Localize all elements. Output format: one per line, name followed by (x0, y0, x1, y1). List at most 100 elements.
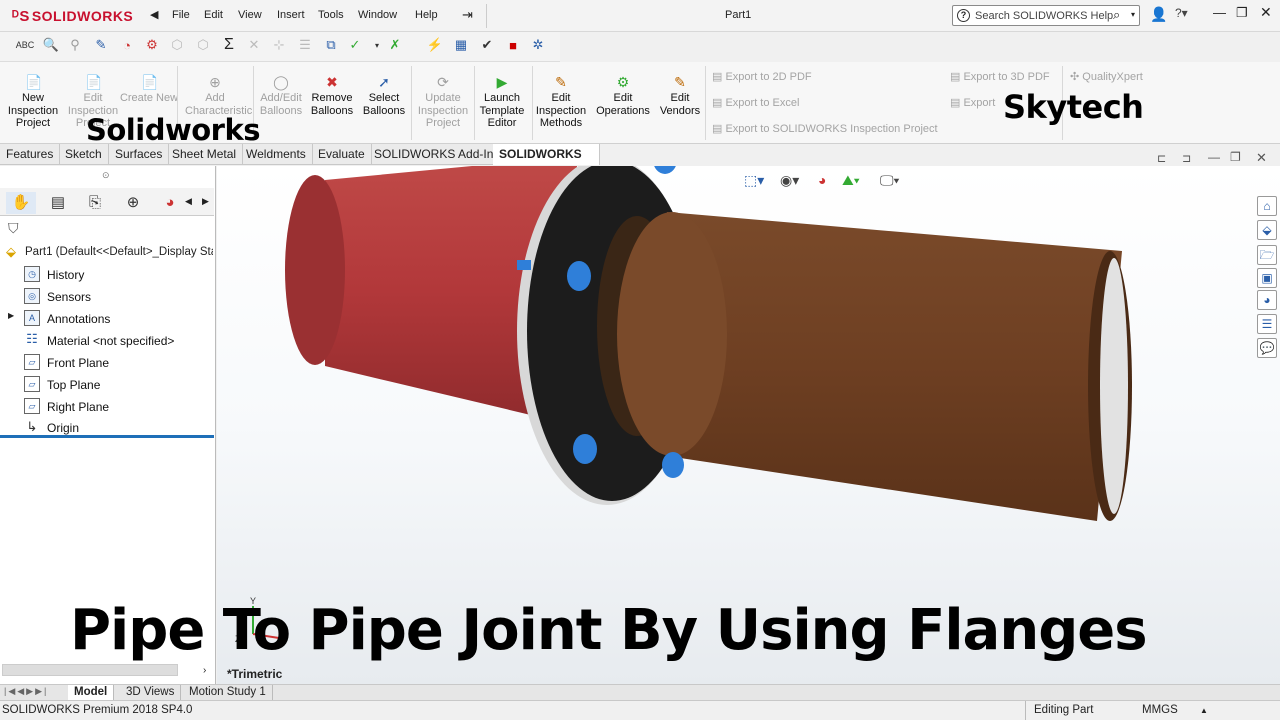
scan-icon[interactable]: ⚡ (426, 36, 444, 54)
search-box[interactable]: ? Search SOLIDWORKS Help ⌕ ▾ (952, 5, 1140, 26)
configuration-manager-icon[interactable]: ⎘ (80, 192, 110, 214)
chevron-up-icon[interactable]: ▲ (1200, 706, 1208, 715)
close-icon[interactable]: ✕ (1260, 4, 1272, 21)
display-manager-icon[interactable]: ◕ (155, 192, 185, 214)
view-orientation-icon[interactable]: ⬚▾ (744, 172, 764, 189)
tab-evaluate[interactable]: Evaluate (312, 144, 372, 165)
tab-sketch[interactable]: Sketch (59, 144, 109, 165)
display-settings-icon[interactable]: 🖵▾ (880, 172, 899, 189)
menu-insert[interactable]: Insert (277, 9, 305, 21)
user-icon[interactable]: 👤 (1150, 6, 1167, 23)
edit-vendors-button[interactable]: ✎ Edit Vendors (650, 66, 710, 117)
rollback-bar[interactable] (0, 435, 214, 438)
panel-grip-icon[interactable]: ⊙ (102, 170, 110, 181)
solidworks-logo[interactable]: ᴰS SOLIDWORKS (12, 8, 133, 25)
gauge-icon[interactable]: ◔ (118, 36, 136, 54)
home-icon[interactable]: ⌂ (1257, 196, 1277, 216)
forum-icon[interactable]: 💬 (1257, 338, 1277, 358)
export-button[interactable]: ▤ Export (950, 96, 995, 109)
arrow-left-icon[interactable]: ◀ (185, 196, 192, 207)
menu-tools[interactable]: Tools (318, 9, 344, 21)
export-2d-pdf-button[interactable]: ▤ Export to 2D PDF (712, 70, 812, 83)
scene-icon[interactable]: ⛰▾ (842, 172, 860, 189)
feature-manager-icon[interactable]: ✋ (6, 192, 36, 214)
tree-item-top-plane[interactable]: Top Plane (47, 378, 100, 392)
chevron-down-icon[interactable]: ▾ (368, 36, 386, 54)
tab-features[interactable]: Features (0, 144, 61, 165)
menu-collapse-icon[interactable]: ◀ (150, 8, 158, 21)
tree-root[interactable]: Part1 (Default<<Default>_Display Sta (25, 246, 213, 258)
viewport-nav-right-icon[interactable]: ⊐ (1182, 152, 1191, 165)
export-excel-button[interactable]: ▤ Export to Excel (712, 96, 799, 109)
tab-nav-icons[interactable]: |◀◀▶▶| (4, 686, 48, 697)
tab-model[interactable]: Model (68, 685, 115, 701)
table-icon[interactable]: ▦ (452, 36, 470, 54)
library-icon[interactable]: ▣ (1257, 268, 1277, 288)
tab-addins[interactable]: SOLIDWORKS Add-Ins (368, 144, 507, 165)
tab-inspection[interactable]: SOLIDWORKS Ins (493, 144, 600, 182)
stack-icon[interactable]: ☰ (296, 36, 314, 54)
property-manager-icon[interactable]: ▤ (43, 192, 73, 214)
tab-sheet-metal[interactable]: Sheet Metal (166, 144, 244, 165)
dimension-icon[interactable]: ✕ (245, 36, 263, 54)
excel-icon[interactable]: ✗ (386, 36, 404, 54)
qualityxpert-button[interactable]: ✣ QualityXpert (1070, 70, 1143, 83)
tree-item-history[interactable]: History (47, 268, 84, 282)
viewport-minimize-icon[interactable]: — (1208, 150, 1220, 164)
arrow-right-icon[interactable]: ▶ (202, 196, 209, 207)
find-icon[interactable]: 🔍 (42, 36, 60, 54)
copy-icon[interactable]: ⧉ (322, 36, 340, 54)
tab-3d-views[interactable]: 3D Views (120, 685, 182, 701)
viewport-close-icon[interactable]: ✕ (1256, 150, 1267, 166)
edit-icon[interactable]: ✎ (92, 36, 110, 54)
units-selector[interactable]: MMGS (1142, 704, 1178, 716)
chevron-down-icon[interactable]: ▾ (1131, 10, 1135, 19)
menu-help[interactable]: Help (415, 9, 438, 21)
new-inspection-project-button[interactable]: 📄 New Inspection Project (3, 66, 63, 130)
properties-icon[interactable]: ☰ (1257, 314, 1277, 334)
tree-item-annotations[interactable]: Annotations (47, 312, 110, 326)
horizontal-scrollbar[interactable] (2, 664, 178, 676)
tree-item-front-plane[interactable]: Front Plane (47, 356, 109, 370)
edit-operations-button[interactable]: ⚙ Edit Operations (593, 66, 653, 117)
folder-icon[interactable]: 🗁 (1257, 245, 1277, 265)
tree-item-origin[interactable]: Origin (47, 421, 79, 435)
menu-view[interactable]: View (238, 9, 262, 21)
rebuild-icon[interactable]: ⚙ (143, 36, 161, 54)
tree-item-right-plane[interactable]: Right Plane (47, 400, 109, 414)
add-characteristic-button[interactable]: ⊕ Add Characteristic (185, 66, 252, 117)
export-inspection-button[interactable]: ▤ Export to SOLIDWORKS Inspection Projec… (712, 122, 938, 135)
menu-edit[interactable]: Edit (204, 9, 223, 21)
help-question-icon[interactable]: ?▾ (1175, 6, 1188, 20)
tree-item-material[interactable]: Material <not specified> (47, 334, 174, 348)
spelling-icon[interactable]: ABC (16, 36, 35, 54)
scroll-right-icon[interactable]: › (203, 665, 206, 676)
parts-icon[interactable]: ⬙ (1257, 220, 1277, 240)
filter-icon[interactable]: ⛉ (8, 220, 19, 237)
edit-inspection-methods-button[interactable]: ✎ Edit Inspection Methods (531, 66, 591, 130)
appearance-icon[interactable]: ◕ (818, 172, 826, 188)
search-icon[interactable]: ⌕ (1113, 7, 1120, 23)
dimxpert-icon[interactable]: ⊕ (118, 192, 148, 214)
stop-icon[interactable]: ■ (504, 36, 522, 54)
remove-balloons-button[interactable]: ✖ Remove Balloons (302, 66, 362, 117)
minimize-icon[interactable]: — (1213, 5, 1226, 20)
viewport-nav-left-icon[interactable]: ⊏ (1157, 152, 1166, 165)
launch-template-editor-button[interactable]: ▶ Launch Template Editor (472, 66, 532, 130)
create-new-button[interactable]: 📄 Create New (119, 66, 179, 105)
menu-file[interactable]: File (172, 9, 190, 21)
shield2-icon[interactable]: ⬡ (194, 36, 212, 54)
select-balloons-button[interactable]: ➚ Select Balloons (354, 66, 414, 117)
update-inspection-project-button[interactable]: ⟳ Update Inspection Project (413, 66, 473, 130)
sum-icon[interactable]: Σ (220, 36, 238, 54)
viewport-restore-icon[interactable]: ❐ (1230, 150, 1241, 164)
tab-weldments[interactable]: Weldments (240, 144, 313, 165)
settings-icon[interactable]: ✲ (529, 36, 547, 54)
expand-icon[interactable]: ▶ (8, 311, 14, 320)
hide-show-icon[interactable]: ◉▾ (780, 172, 799, 189)
restore-icon[interactable]: ❐ (1236, 5, 1248, 21)
measure-icon[interactable]: ⊹ (270, 36, 288, 54)
pin-icon[interactable]: ⇥ (462, 7, 473, 23)
menu-window[interactable]: Window (358, 9, 397, 21)
export-3d-pdf-button[interactable]: ▤ Export to 3D PDF (950, 70, 1050, 83)
